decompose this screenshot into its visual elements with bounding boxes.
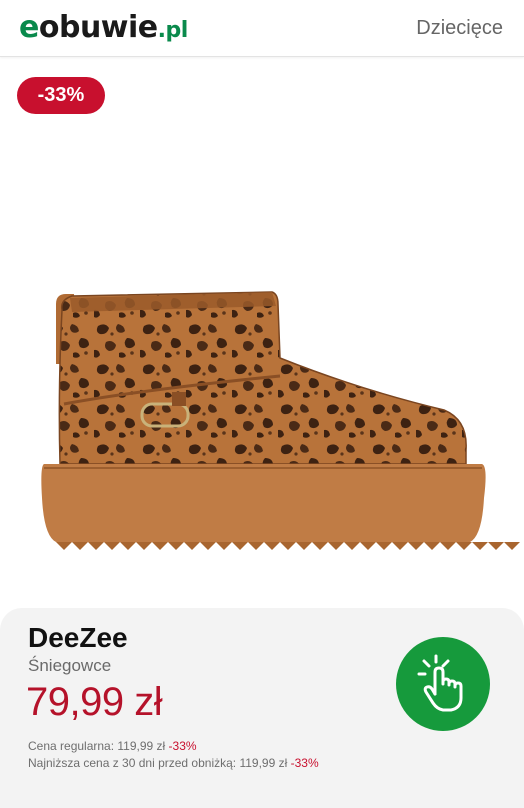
lowest-price-discount: -33% [290,756,319,770]
logo-main: obuwie [38,10,158,45]
logo-prefix: e [19,10,39,45]
eobuwie-logo[interactable]: e obuwie .pl [19,10,188,46]
regular-price-label: Cena regularna: 119,99 zł [28,739,166,753]
product-category: Śniegowce [28,656,112,675]
lowest-price-line: Najniższa cena z 30 dni przed obniżką: 1… [28,756,319,770]
product-brand[interactable]: DeeZee [28,622,128,654]
product-info-card: DeeZee Śniegowce 79,99 zł Cena regularna… [0,608,524,808]
regular-price-discount: -33% [168,739,197,753]
discount-badge: -33% [17,77,105,114]
regular-price-line: Cena regularna: 119,99 zł -33% [28,739,197,753]
product-price: 79,99 zł [26,680,163,724]
product-image[interactable] [0,240,524,580]
logo-tld: .pl [157,18,189,43]
top-header: e obuwie .pl Dziecięce [0,0,524,57]
lowest-price-label: Najniższa cena z 30 dni przed obniżką: 1… [28,756,288,770]
category-link[interactable]: Dziecięce [416,17,503,40]
tap-action-button[interactable] [396,637,490,731]
tap-hand-icon [417,654,463,712]
